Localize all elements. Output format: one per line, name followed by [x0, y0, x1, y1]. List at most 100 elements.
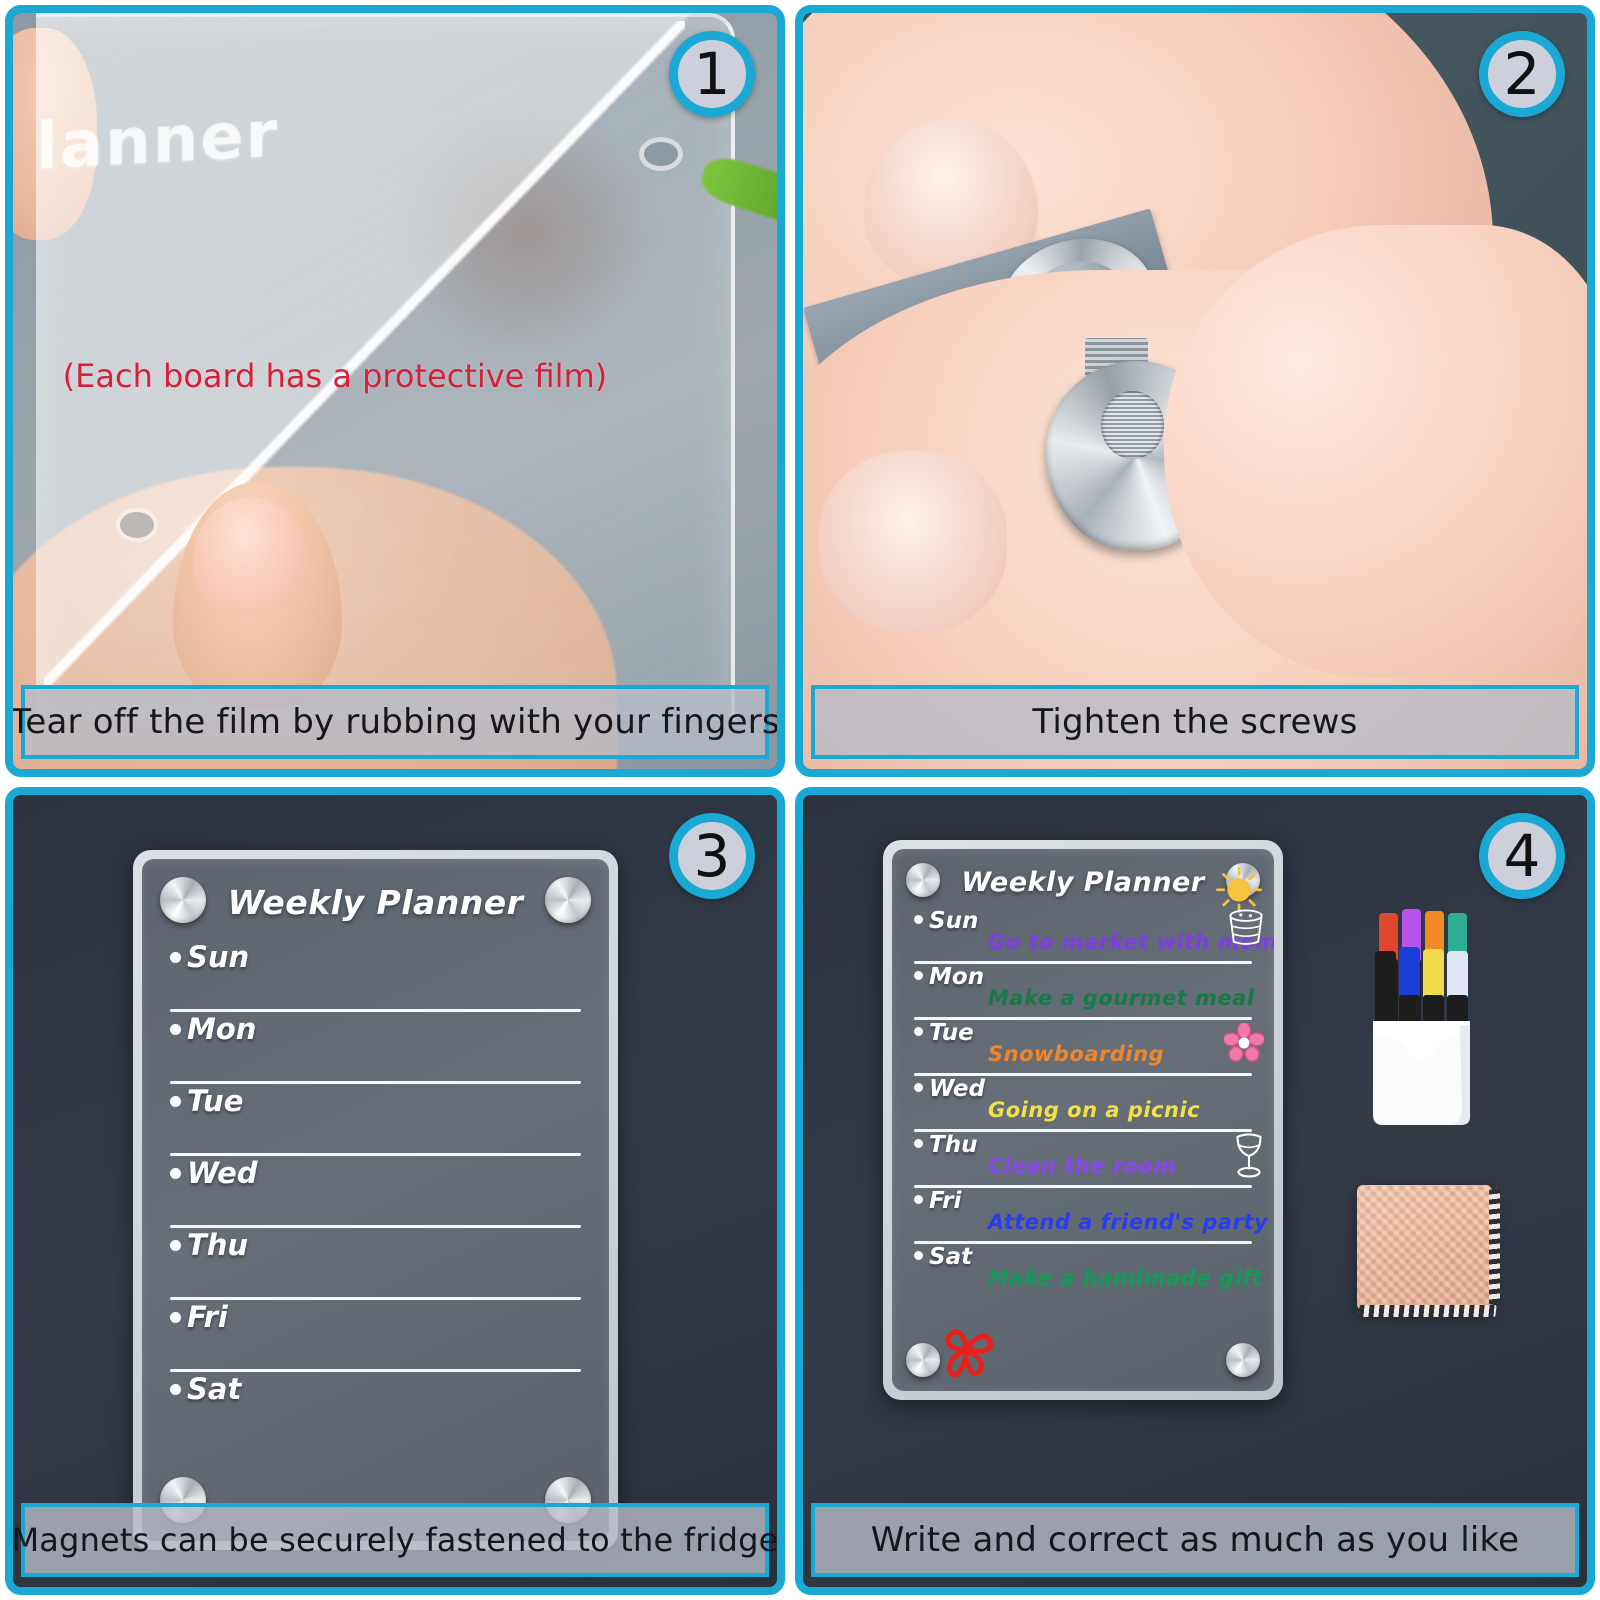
panel-4-frame: Weekly Planner Sun Go to market with mom…: [795, 787, 1595, 1595]
pen-holder-graphic: [1373, 909, 1470, 1125]
board-title-4: Weekly Planner: [961, 867, 1205, 898]
bullet-dot-icon: [170, 1239, 181, 1251]
entry-text-mon: Make a gourmet meal: [988, 986, 1255, 1010]
day-label-text: Fri: [929, 1188, 962, 1214]
day-label-row: Wed: [170, 1156, 258, 1190]
panel-2-photo: [803, 13, 1587, 769]
entry-text-fri: Attend a friend's party: [988, 1210, 1269, 1234]
entry-text-tue: Snowboarding: [988, 1042, 1165, 1066]
planner-row: Mon: [170, 1012, 581, 1084]
day-label-text: Sat: [187, 1372, 242, 1406]
step-number-badge-4: 4: [1479, 813, 1565, 899]
board-screw-bottom-right: [1226, 1343, 1260, 1377]
planner-rows-4: Sun Go to market with mom Mon Make a gou…: [892, 908, 1274, 1300]
planner-row: Thu: [170, 1228, 581, 1300]
day-label-text: Wed: [929, 1076, 985, 1102]
panel-3-frame: Weekly Planner Sun Mon Tue Wed Thu Fri S…: [5, 787, 785, 1595]
panel-1-frame: lanner (Each board has a protective film…: [5, 5, 785, 777]
panel-1-caption: Tear off the film by rubbing with your f…: [13, 685, 777, 759]
day-label-row: Sat: [914, 1244, 972, 1270]
day-label-text: Mon: [929, 964, 985, 990]
day-label-row: Wed: [914, 1076, 985, 1102]
bullet-dot-icon: [170, 1383, 181, 1395]
planner-row: Tue Snowboarding: [914, 1020, 1252, 1076]
day-label-row: Tue: [170, 1084, 243, 1118]
red-flower-doodle: [945, 1329, 994, 1378]
day-label-row: Thu: [914, 1132, 977, 1158]
lower-fingernail: [818, 451, 1007, 633]
weekly-planner-board-filled: Weekly Planner Sun Go to market with mom…: [883, 840, 1283, 1400]
day-label-text: Sat: [929, 1244, 973, 1270]
marker-pen-set: [1365, 895, 1495, 1135]
panel-4-caption-text: Write and correct as much as you like: [870, 1520, 1520, 1560]
panel-4: Weekly Planner Sun Go to market with mom…: [790, 782, 1600, 1600]
board-screw-top-left: [160, 877, 206, 923]
day-label-row: Thu: [170, 1228, 248, 1262]
day-label-text: Tue: [187, 1084, 244, 1118]
panel-2-caption-text: Tighten the screws: [1032, 702, 1358, 742]
day-label-row: Sun: [170, 940, 249, 974]
board-screw-top-left: [906, 863, 940, 897]
bullet-dot-icon: [170, 1095, 181, 1107]
entry-text-sat: Make a handmade gift: [988, 1266, 1263, 1290]
board-screw-top-right: [1226, 863, 1260, 897]
day-label-row: Fri: [170, 1300, 228, 1334]
panel-3: Weekly Planner Sun Mon Tue Wed Thu Fri S…: [0, 782, 790, 1600]
panel-3-caption: Magnets can be securely fastened to the …: [13, 1503, 777, 1577]
day-label-row: Mon: [914, 964, 984, 990]
panel-2-caption: Tighten the screws: [811, 685, 1579, 759]
board-title-3: Weekly Planner: [227, 883, 524, 922]
planner-row: Wed: [170, 1156, 581, 1228]
day-label-row: Sun: [914, 908, 978, 934]
step-number-badge-2: 2: [1479, 31, 1565, 117]
day-label-text: Sun: [187, 940, 250, 974]
board-engraved-text: lanner: [35, 97, 280, 185]
board-face-empty: Weekly Planner Sun Mon Tue Wed Thu Fri S…: [142, 859, 609, 1541]
planner-row: Fri Attend a friend's party: [914, 1188, 1268, 1244]
panel-1: lanner (Each board has a protective film…: [0, 0, 790, 782]
panel-2-frame: 2 Tighten the screws: [795, 5, 1595, 777]
protective-film-note: (Each board has a protective film): [62, 356, 608, 395]
board-face-filled: Weekly Planner Sun Go to market with mom…: [892, 849, 1274, 1391]
weekly-planner-board-empty: Weekly Planner Sun Mon Tue Wed Thu Fri S…: [133, 850, 618, 1550]
day-label-text: Fri: [187, 1300, 228, 1334]
bullet-dot-icon: [914, 1027, 923, 1036]
step-number-badge-3: 3: [669, 813, 755, 899]
planner-row: Wed Going on a picnic: [914, 1076, 1252, 1132]
entry-text-wed: Going on a picnic: [988, 1098, 1201, 1122]
day-label-text: Tue: [929, 1020, 974, 1046]
instruction-panel-grid: lanner (Each board has a protective film…: [0, 0, 1600, 1600]
board-screw-bottom-left: [906, 1343, 940, 1377]
panel-4-caption: Write and correct as much as you like: [811, 1503, 1579, 1577]
right-index-finger: [1163, 224, 1587, 679]
cleaning-cloth: [1357, 1185, 1492, 1310]
step-number-badge-1: 1: [669, 31, 755, 117]
day-label-row: Sat: [170, 1372, 241, 1406]
entry-text-sun: Go to market with mom: [988, 930, 1274, 954]
bullet-dot-icon: [914, 1083, 923, 1092]
bullet-dot-icon: [170, 951, 181, 963]
day-label-text: Thu: [929, 1132, 978, 1158]
planner-row: Sun: [170, 940, 581, 1012]
planner-row: Sat: [170, 1372, 581, 1444]
day-label-text: Sun: [929, 908, 979, 934]
panel-1-photo: lanner (Each board has a protective film…: [13, 13, 777, 769]
planner-row: Mon Make a gourmet meal: [914, 964, 1255, 1020]
entry-text-thu: Clean the room: [988, 1154, 1176, 1178]
thumbnail-shape: [192, 496, 308, 618]
day-label-text: Thu: [187, 1228, 249, 1262]
bullet-dot-icon: [914, 1139, 923, 1148]
planner-row: Thu Clean the room: [914, 1132, 1252, 1188]
bullet-dot-icon: [170, 1167, 181, 1179]
screw-cap-bottom-hole: [1100, 391, 1164, 460]
day-label-text: Wed: [187, 1156, 258, 1190]
planner-row: Fri: [170, 1300, 581, 1372]
bullet-dot-icon: [914, 1195, 923, 1204]
planner-rows-3: Sun Mon Tue Wed Thu Fri Sat: [142, 940, 609, 1444]
bullet-dot-icon: [914, 915, 923, 924]
bullet-dot-icon: [170, 1023, 181, 1035]
day-label-text: Mon: [187, 1012, 257, 1046]
bullet-dot-icon: [914, 1251, 923, 1260]
planner-row: Sun Go to market with mom: [914, 908, 1274, 964]
day-label-row: Mon: [170, 1012, 256, 1046]
